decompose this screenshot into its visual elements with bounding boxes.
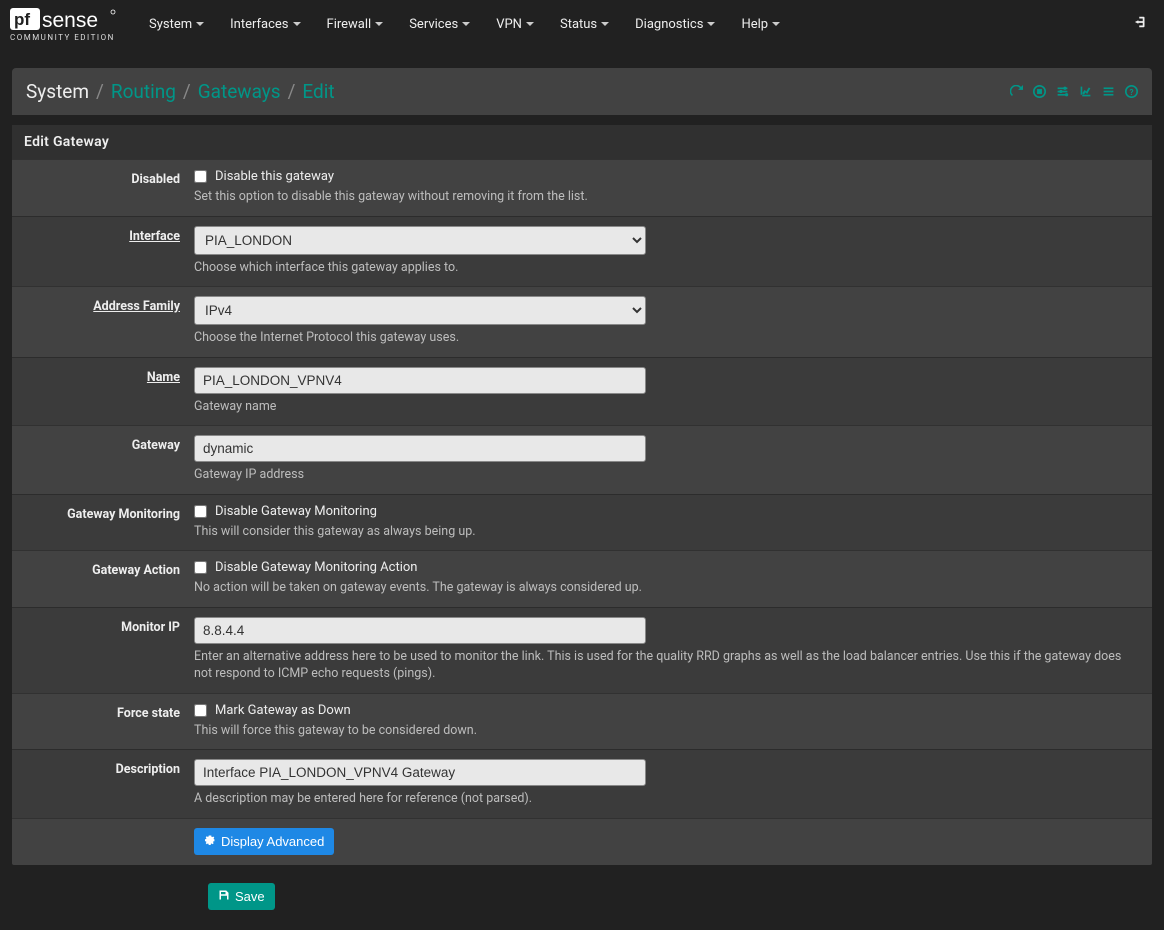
- log-icon[interactable]: [1102, 85, 1115, 98]
- save-row: Save: [12, 877, 1152, 930]
- label-disabled: Disabled: [24, 169, 194, 187]
- svg-text:?: ?: [1129, 87, 1133, 97]
- page-header: System / Routing / Gateways / Edit ?: [12, 68, 1152, 115]
- action-help: No action will be taken on gateway event…: [194, 579, 1140, 597]
- row-description: Description A description may be entered…: [12, 749, 1152, 818]
- nav-status[interactable]: Status: [547, 0, 622, 48]
- row-monitoring: Gateway Monitoring Disable Gateway Monit…: [12, 494, 1152, 551]
- label-name: Name: [24, 367, 194, 385]
- row-gateway: Gateway Gateway IP address: [12, 425, 1152, 494]
- panel-title: Edit Gateway: [12, 125, 1152, 159]
- help-icon[interactable]: ?: [1125, 85, 1138, 98]
- disabled-checkbox-label: Disable this gateway: [215, 169, 334, 184]
- svg-text:pf: pf: [14, 10, 30, 29]
- row-advanced: Display Advanced: [12, 818, 1152, 865]
- addrfam-help: Choose the Internet Protocol this gatewa…: [194, 329, 1140, 347]
- disabled-help: Set this option to disable this gateway …: [194, 188, 1140, 206]
- chevron-down-icon: [293, 22, 301, 26]
- settings-icon[interactable]: [1056, 85, 1069, 98]
- label-interface: Interface: [24, 226, 194, 244]
- breadcrumb-root: System: [26, 80, 89, 103]
- row-disabled: Disabled Disable this gateway Set this o…: [12, 159, 1152, 216]
- label-monitorip: Monitor IP: [24, 617, 194, 635]
- top-navbar: pf sense COMMUNITY EDITION System Interf…: [0, 0, 1164, 48]
- breadcrumb-routing[interactable]: Routing: [111, 80, 176, 103]
- nav-menu: System Interfaces Firewall Services VPN …: [136, 0, 793, 48]
- row-name: Name Gateway name: [12, 357, 1152, 426]
- chevron-down-icon: [707, 22, 715, 26]
- nav-help[interactable]: Help: [728, 0, 793, 48]
- chevron-down-icon: [601, 22, 609, 26]
- action-checkbox-wrap[interactable]: Disable Gateway Monitoring Action: [194, 560, 1140, 575]
- nav-interfaces[interactable]: Interfaces: [217, 0, 313, 48]
- breadcrumb-current[interactable]: Edit: [302, 80, 334, 103]
- forcestate-checkbox[interactable]: [194, 704, 207, 717]
- disabled-checkbox-wrap[interactable]: Disable this gateway: [194, 169, 1140, 184]
- row-interface: Interface PIA_LONDON Choose which interf…: [12, 216, 1152, 287]
- chevron-down-icon: [462, 22, 470, 26]
- monitoring-help: This will consider this gateway as alway…: [194, 523, 1140, 541]
- forcestate-checkbox-label: Mark Gateway as Down: [215, 703, 351, 718]
- breadcrumb-gateways[interactable]: Gateways: [198, 80, 281, 103]
- display-advanced-label: Display Advanced: [221, 834, 324, 849]
- save-label: Save: [235, 889, 265, 904]
- forcestate-checkbox-wrap[interactable]: Mark Gateway as Down: [194, 703, 1140, 718]
- disabled-checkbox[interactable]: [194, 170, 207, 183]
- interface-select[interactable]: PIA_LONDON: [194, 226, 646, 255]
- addrfam-select[interactable]: IPv4: [194, 296, 646, 325]
- row-forcestate: Force state Mark Gateway as Down This wi…: [12, 693, 1152, 750]
- logo-mark: pf sense: [10, 6, 118, 32]
- restart-service-icon[interactable]: [1010, 85, 1023, 98]
- gateway-help: Gateway IP address: [194, 466, 1140, 484]
- nav-firewall[interactable]: Firewall: [314, 0, 397, 48]
- monitoring-checkbox[interactable]: [194, 505, 207, 518]
- label-action: Gateway Action: [24, 560, 194, 578]
- chevron-down-icon: [375, 22, 383, 26]
- chevron-down-icon: [526, 22, 534, 26]
- chevron-down-icon: [196, 22, 204, 26]
- row-addrfam: Address Family IPv4 Choose the Internet …: [12, 286, 1152, 357]
- label-description: Description: [24, 759, 194, 777]
- label-monitoring: Gateway Monitoring: [24, 504, 194, 522]
- forcestate-help: This will force this gateway to be consi…: [194, 722, 1140, 740]
- chevron-down-icon: [772, 22, 780, 26]
- display-advanced-button[interactable]: Display Advanced: [194, 828, 334, 855]
- label-addrfam: Address Family: [24, 296, 194, 314]
- save-icon: [218, 889, 230, 904]
- monitoring-checkbox-label: Disable Gateway Monitoring: [215, 504, 377, 519]
- logout-icon[interactable]: [1128, 9, 1154, 39]
- label-gateway: Gateway: [24, 435, 194, 453]
- action-checkbox-label: Disable Gateway Monitoring Action: [215, 560, 417, 575]
- monitorip-input[interactable]: [194, 617, 646, 644]
- name-input[interactable]: [194, 367, 646, 394]
- status-graph-icon[interactable]: [1079, 85, 1092, 98]
- gear-icon: [204, 834, 216, 849]
- monitorip-help: Enter an alternative address here to be …: [194, 648, 1140, 683]
- save-button[interactable]: Save: [208, 883, 275, 910]
- label-forcestate: Force state: [24, 703, 194, 721]
- name-help: Gateway name: [194, 398, 1140, 416]
- stop-service-icon[interactable]: [1033, 85, 1046, 98]
- interface-help: Choose which interface this gateway appl…: [194, 259, 1140, 277]
- breadcrumb: System / Routing / Gateways / Edit: [26, 80, 335, 103]
- svg-text:sense: sense: [42, 9, 98, 32]
- gateway-input[interactable]: [194, 435, 646, 462]
- logo-subtitle: COMMUNITY EDITION: [10, 33, 115, 42]
- nav-services[interactable]: Services: [396, 0, 483, 48]
- logo[interactable]: pf sense COMMUNITY EDITION: [10, 6, 118, 42]
- nav-system[interactable]: System: [136, 0, 217, 48]
- description-input[interactable]: [194, 759, 646, 786]
- monitoring-checkbox-wrap[interactable]: Disable Gateway Monitoring: [194, 504, 1140, 519]
- action-checkbox[interactable]: [194, 561, 207, 574]
- nav-diagnostics[interactable]: Diagnostics: [622, 0, 728, 48]
- edit-gateway-panel: Edit Gateway Disabled Disable this gatew…: [12, 125, 1152, 865]
- description-help: A description may be entered here for re…: [194, 790, 1140, 808]
- row-action: Gateway Action Disable Gateway Monitorin…: [12, 550, 1152, 607]
- row-monitorip: Monitor IP Enter an alternative address …: [12, 607, 1152, 693]
- header-shortcut-icons: ?: [1010, 85, 1138, 98]
- nav-vpn[interactable]: VPN: [483, 0, 547, 48]
